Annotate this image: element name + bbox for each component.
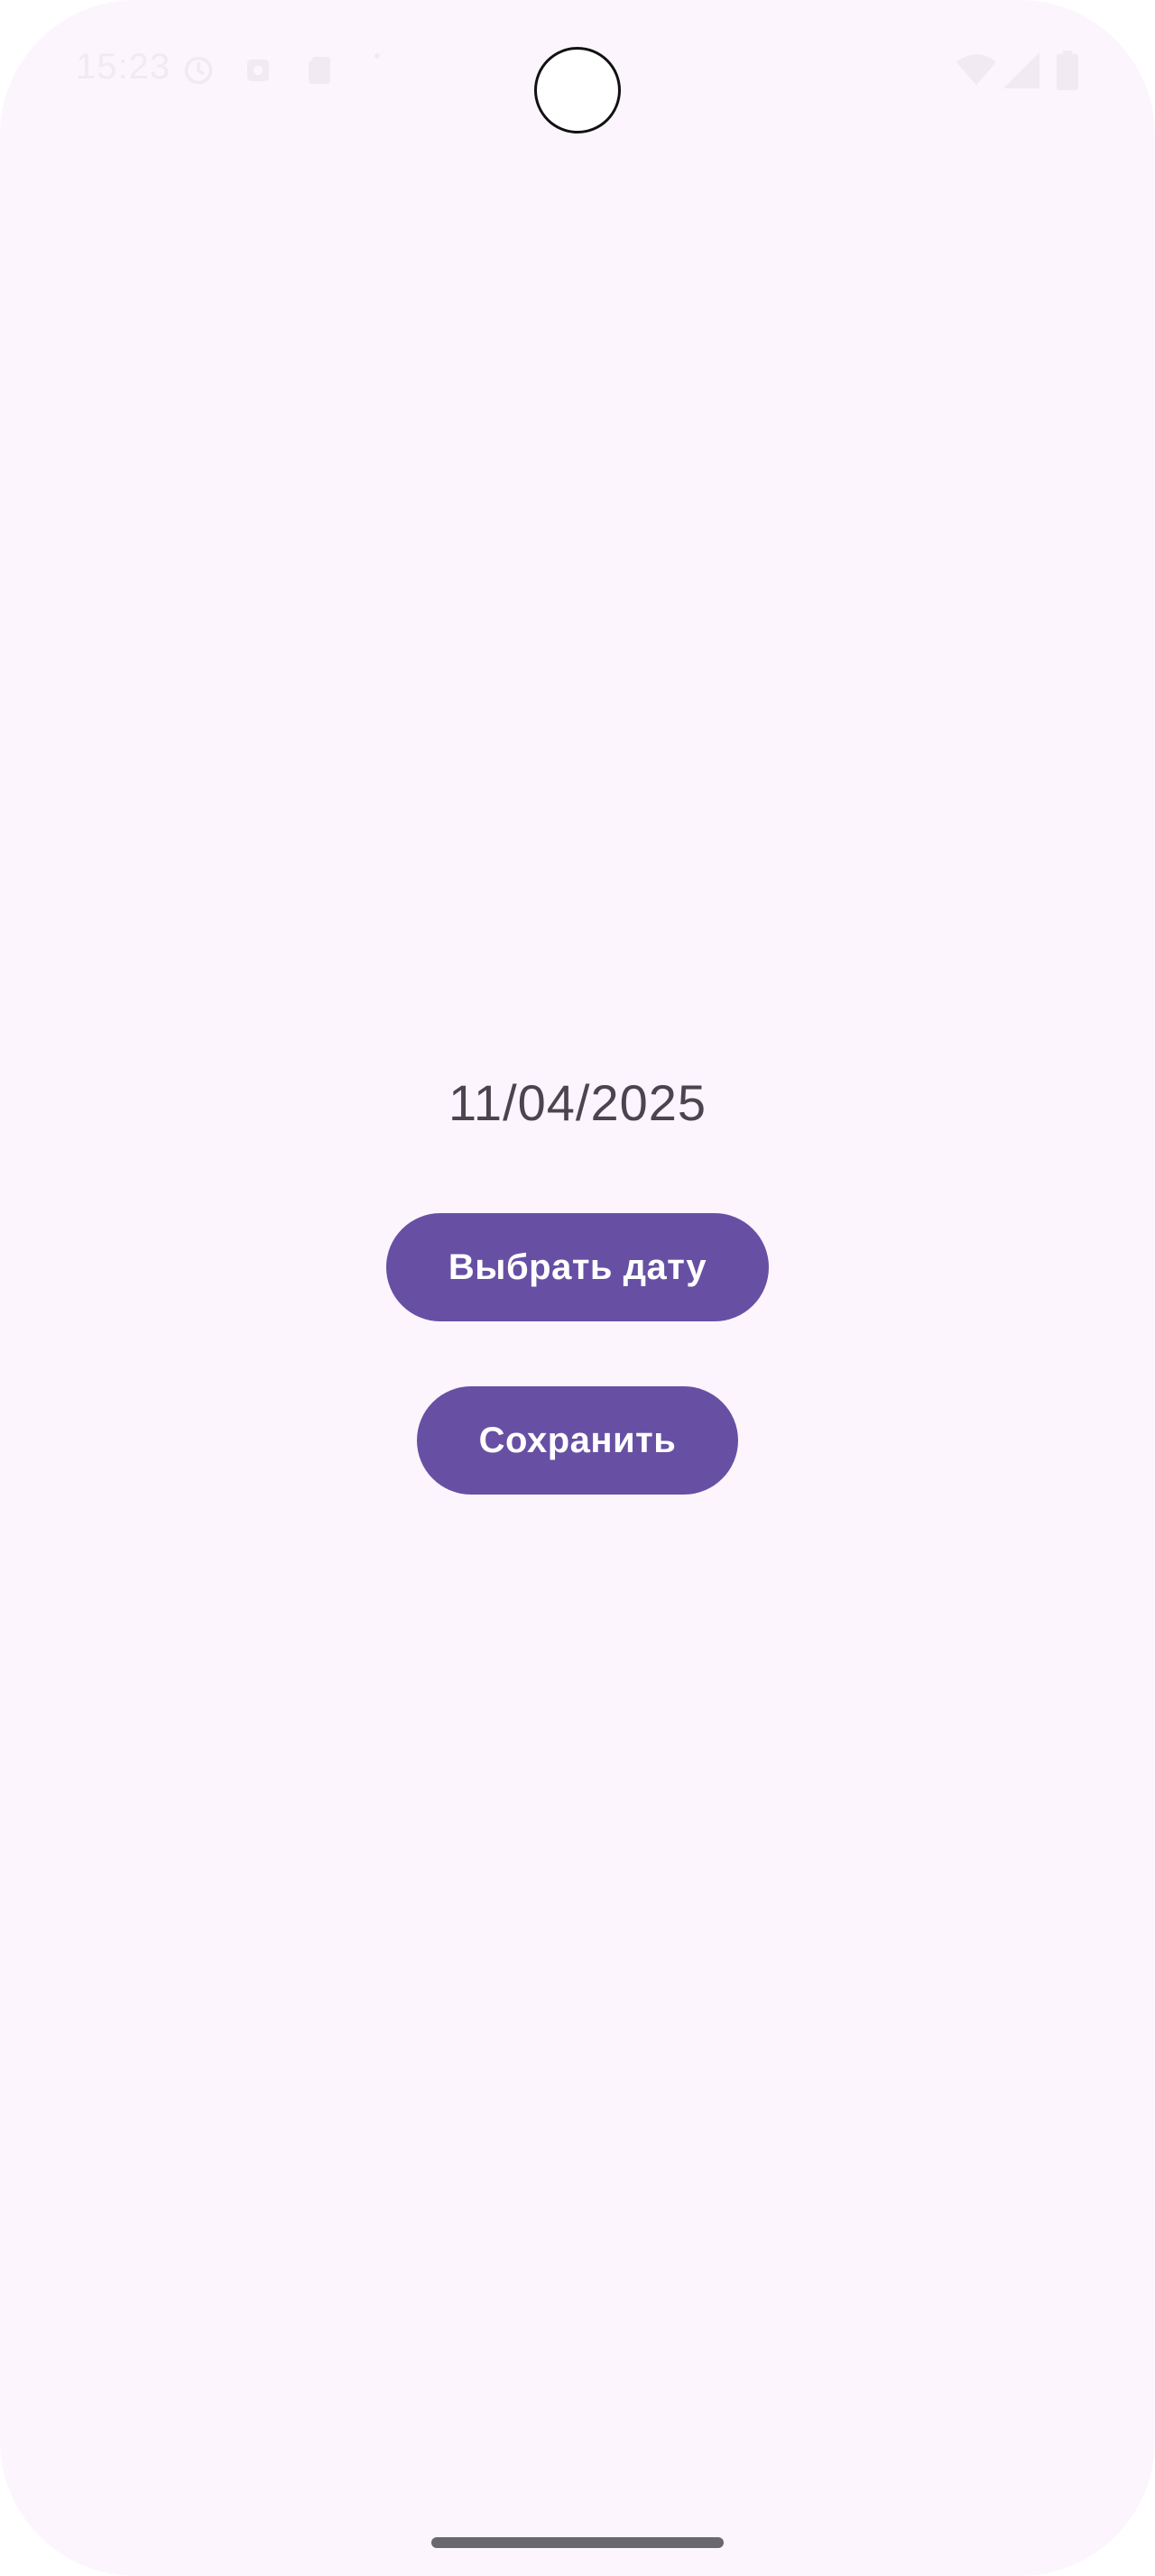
sd-card-icon [303,54,336,87]
notification-dot-icon [374,52,381,60]
status-time: 15:23 [76,47,171,87]
clock-icon [182,54,215,87]
wifi-icon [956,52,996,88]
battery-icon [1056,51,1079,90]
save-button[interactable]: Сохранить [417,1386,738,1495]
app-screen: 15:23 11/04/2025 Выбрать дату Сохранить [0,0,1155,2576]
signal-icon [1003,52,1040,88]
camera-cutout [534,47,621,133]
sync-icon [242,54,274,87]
pick-date-button[interactable]: Выбрать дату [386,1213,769,1321]
selected-date-text: 11/04/2025 [448,1074,707,1131]
gesture-nav-handle[interactable] [431,2537,724,2548]
